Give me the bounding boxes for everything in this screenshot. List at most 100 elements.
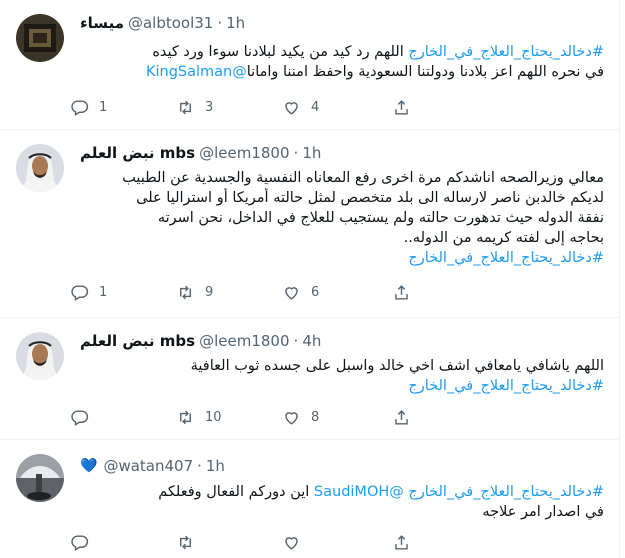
timestamp[interactable]: 1h [226, 14, 245, 32]
share-icon [395, 99, 408, 115]
like-button[interactable]: 4 [282, 98, 388, 117]
tweet-text-line: #دخالد_يحتاج_العلاج_في_الخارج @SaudiMOH … [80, 482, 604, 502]
reply-button[interactable] [70, 533, 176, 552]
tweet-text: معالي وزيرالصحه اناشدكم مرة اخرى رفع الم… [80, 168, 604, 268]
avatar[interactable] [16, 14, 64, 62]
tweet-text-segment: بحاجه إلى لفته كريمه من الدوله.. [403, 230, 604, 246]
tweet-text-line: لديكم خالدبن ناصر لارساله الى بلد متخصص … [80, 188, 604, 208]
retweet-button[interactable]: 3 [176, 98, 282, 117]
retweet-button[interactable]: 9 [176, 283, 282, 302]
tweet-text-line: #دخالد_يحتاج_العلاج_في_الخارج [80, 248, 604, 268]
timeline: ميساء @albtool31 · 1h #دخالد_يحتاج_العلا… [0, 0, 620, 558]
hashtag-link[interactable]: #دخالد_يحتاج_العلاج_في_الخارج [408, 250, 604, 266]
heart-icon [285, 536, 298, 550]
share-button[interactable] [392, 533, 421, 552]
tweet-text-segment: اين دوركم الفعال وفعلكم [158, 484, 314, 500]
heart-icon [285, 411, 298, 425]
mention-link[interactable]: @SaudiMOH [314, 484, 404, 500]
separator: · [293, 332, 299, 350]
share-button[interactable] [392, 283, 421, 302]
tweet-text: #دخالد_يحتاج_العلاج_في_الخارج @SaudiMOH … [80, 482, 604, 522]
tweet-text-segment: نفقة الدوله حيث تدهورت حالته ولم يستجيب … [157, 210, 604, 226]
user-handle[interactable]: @watan407 [103, 457, 193, 475]
tweet-text-segment: في نحره اللهم اعز بلادنا ودولتنا السعودي… [246, 64, 604, 80]
reply-icon [71, 409, 89, 426]
retweet-button[interactable]: 10 [176, 408, 282, 427]
share-icon [395, 409, 408, 425]
retweet-count: 9 [205, 284, 214, 300]
reply-count: 1 [99, 284, 108, 300]
tweet-text-line: #دخالد_يحتاج_العلاج_في_الخارج اللهم رد ك… [80, 42, 604, 62]
tweet-header: نبض العلم mbs @leem1800 · 1h [80, 143, 604, 163]
tweet-text-segment: لديكم خالدبن ناصر لارساله الى بلد متخصص … [136, 190, 604, 206]
heart-icon [285, 101, 298, 115]
tweet-text-segment: في اصدار امر علاجه [482, 504, 604, 520]
display-name[interactable]: نبض العلم mbs [80, 144, 195, 162]
like-button[interactable] [282, 533, 388, 552]
reply-button[interactable]: 1 [70, 98, 176, 117]
retweet-icon [180, 535, 191, 549]
retweet-count: 10 [205, 409, 222, 425]
share-icon [395, 534, 408, 550]
avatar[interactable] [16, 332, 64, 380]
tweet-text-segment: معالي وزيرالصحه اناشدكم مرة اخرى رفع الم… [122, 170, 604, 186]
timestamp[interactable]: 1h [302, 144, 321, 162]
reply-button[interactable]: 1 [70, 283, 176, 302]
like-count: 4 [311, 99, 320, 115]
like-count: 8 [311, 409, 320, 425]
tweet-text-line: في اصدار امر علاجه [80, 502, 604, 522]
reply-button[interactable] [70, 408, 176, 427]
tweet-text-line: معالي وزيرالصحه اناشدكم مرة اخرى رفع الم… [80, 168, 604, 188]
tweet[interactable]: 💙 @watan407 · 1h #دخالد_يحتاج_العلاج_في_… [0, 440, 620, 558]
tweet-text: #دخالد_يحتاج_العلاج_في_الخارج اللهم رد ك… [80, 42, 604, 82]
display-name[interactable]: نبض العلم mbs [80, 332, 195, 350]
tweet-header: ميساء @albtool31 · 1h [80, 13, 604, 33]
tweet-text-line: نفقة الدوله حيث تدهورت حالته ولم يستجيب … [80, 208, 604, 228]
tweet-text-line: في نحره اللهم اعز بلادنا ودولتنا السعودي… [80, 62, 604, 82]
action-bar: 1 9 6 [70, 280, 540, 304]
tweet-text-line: #دخالد_يحتاج_العلاج_في_الخارج [80, 376, 604, 396]
heart-icon [285, 286, 298, 300]
action-bar: 1 3 4 [70, 95, 540, 119]
like-count: 6 [311, 284, 320, 300]
display-name[interactable]: ميساء [80, 14, 124, 32]
user-handle[interactable]: @leem1800 [199, 144, 289, 162]
tweet-text-line: بحاجه إلى لفته كريمه من الدوله.. [80, 228, 604, 248]
tweet[interactable]: ميساء @albtool31 · 1h #دخالد_يحتاج_العلا… [0, 0, 620, 130]
like-button[interactable]: 6 [282, 283, 388, 302]
share-icon [395, 284, 408, 300]
share-button[interactable] [392, 408, 421, 427]
timestamp[interactable]: 1h [206, 457, 225, 475]
tweet[interactable]: نبض العلم mbs @leem1800 · 4h اللهم ياشاف… [0, 318, 620, 440]
reply-count: 1 [99, 99, 108, 115]
reply-icon [71, 99, 89, 116]
action-bar: 10 8 [70, 405, 540, 429]
user-handle[interactable]: @albtool31 [128, 14, 213, 32]
hashtag-link[interactable]: #دخالد_يحتاج_العلاج_في_الخارج [408, 378, 604, 394]
mention-link[interactable]: @KingSalman [146, 64, 247, 80]
reply-icon [71, 534, 89, 551]
reply-icon [71, 284, 89, 301]
retweet-icon [180, 285, 191, 299]
tweet-text-segment: اللهم ياشافي يامعافي اشف اخي خالد واسبل … [190, 358, 604, 374]
hashtag-link[interactable]: #دخالد_يحتاج_العلاج_في_الخارج [408, 44, 604, 60]
retweet-button[interactable] [176, 533, 282, 552]
retweet-icon [180, 100, 191, 114]
separator: · [293, 144, 299, 162]
separator: · [217, 14, 223, 32]
action-bar [70, 530, 540, 554]
tweet-text-segment: اللهم رد كيد من يكيد لبلادنا سوءا ورد كي… [152, 44, 409, 60]
avatar[interactable] [16, 144, 64, 192]
user-handle[interactable]: @leem1800 [199, 332, 289, 350]
retweet-icon [180, 410, 191, 424]
like-button[interactable]: 8 [282, 408, 388, 427]
hashtag-link[interactable]: #دخالد_يحتاج_العلاج_في_الخارج [408, 484, 604, 500]
retweet-count: 3 [205, 99, 214, 115]
avatar[interactable] [16, 454, 64, 502]
tweet[interactable]: نبض العلم mbs @leem1800 · 1h معالي وزيرا… [0, 130, 620, 318]
share-button[interactable] [392, 98, 421, 117]
tweet-header: 💙 @watan407 · 1h [80, 456, 604, 476]
timestamp[interactable]: 4h [302, 332, 321, 350]
separator: · [197, 457, 202, 475]
blue-heart-icon: 💙 [80, 458, 98, 474]
